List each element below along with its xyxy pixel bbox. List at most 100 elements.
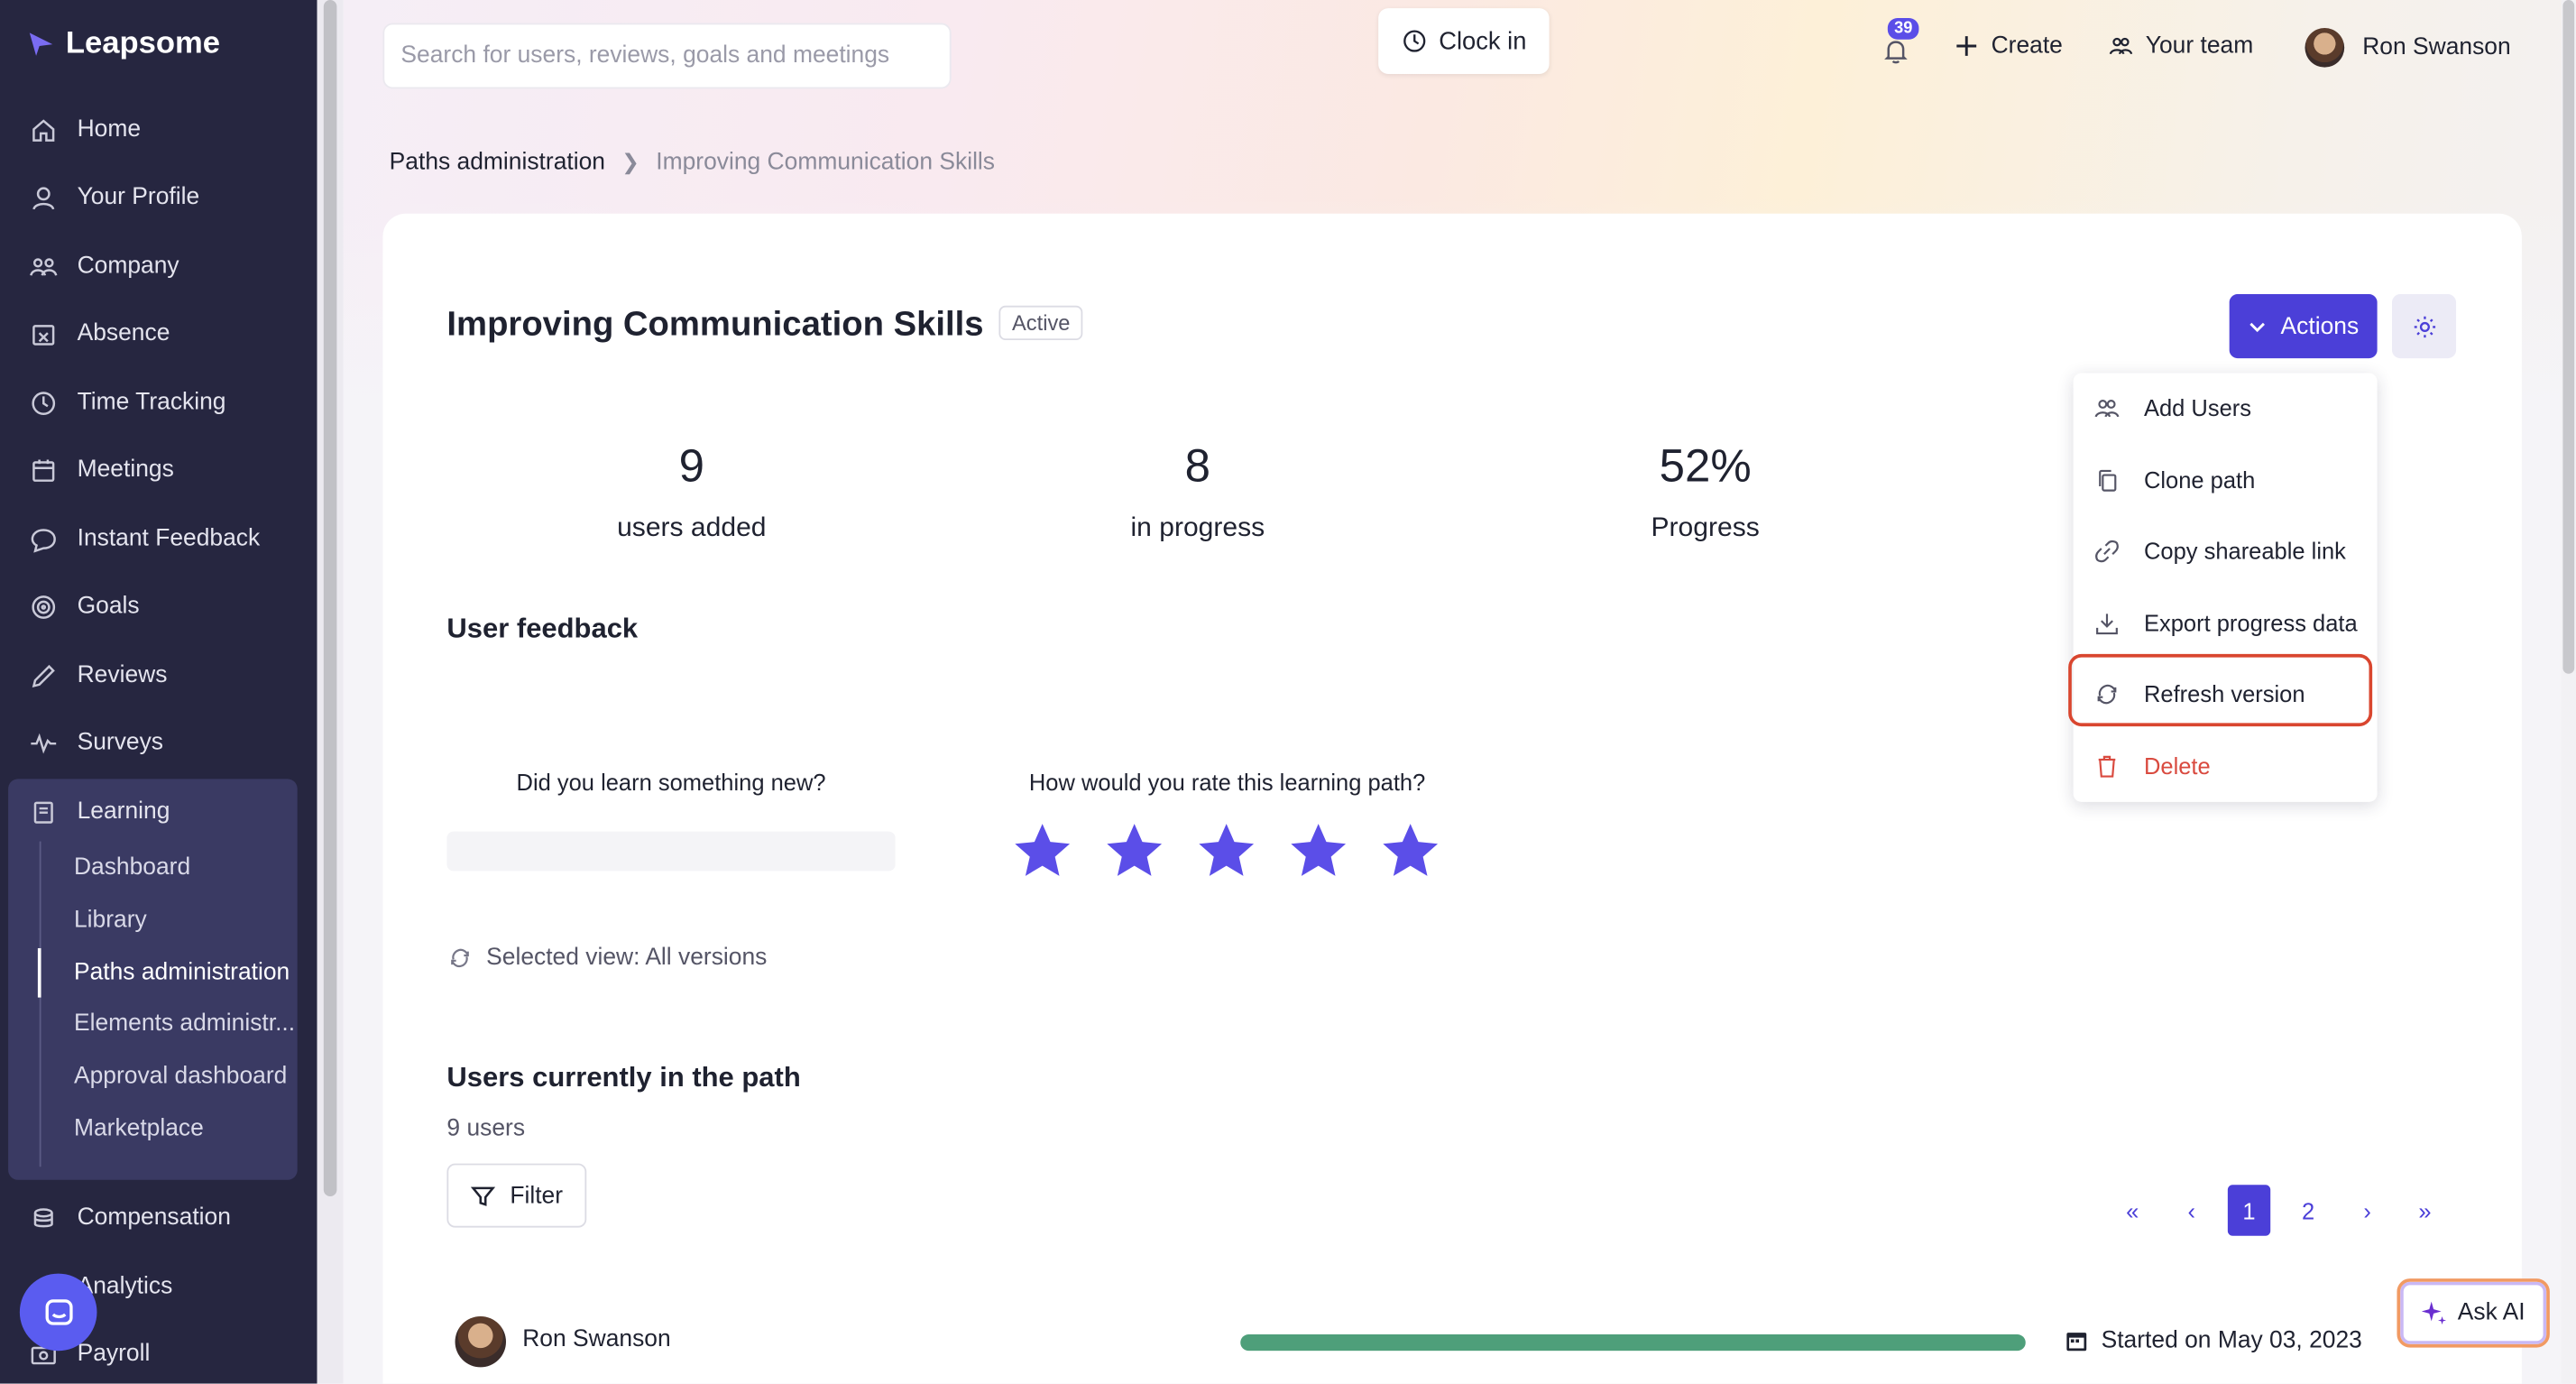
sidebar-subitem-paths-administration[interactable]: Paths administration <box>74 960 298 986</box>
calendar-x-icon <box>30 319 58 347</box>
breadcrumb-current: Improving Communication Skills <box>656 149 996 176</box>
feedback-question-learn: Did you learn something new? <box>516 769 826 796</box>
notification-count-badge: 39 <box>1887 18 1919 40</box>
leapsome-logo-icon <box>29 32 53 56</box>
filter-label: Filter <box>510 1182 564 1209</box>
global-search-input[interactable]: Search for users, reviews, goals and mee… <box>382 23 952 89</box>
selected-view-label: Selected view: All versions <box>486 945 768 972</box>
chat-bubble-icon <box>44 1298 72 1324</box>
status-badge: Active <box>998 305 1084 341</box>
menu-item-label: Export progress data <box>2143 609 2358 636</box>
sidebar-subitem-marketplace[interactable]: Marketplace <box>74 1116 298 1142</box>
stat-value: 9 <box>678 440 704 492</box>
create-button[interactable]: Create <box>1954 32 2063 60</box>
menu-item-copy-shareable-link[interactable]: Copy shareable link <box>2074 520 2378 582</box>
sidebar-item-absence[interactable]: Absence <box>30 314 170 354</box>
pagination-first[interactable]: « <box>2111 1185 2154 1235</box>
support-chat-button[interactable] <box>19 1273 97 1352</box>
bell-icon <box>1884 41 1908 64</box>
stat-label: Progress <box>1651 512 1760 543</box>
menu-item-delete[interactable]: Delete <box>2074 734 2378 797</box>
sidebar-item-label: Company <box>77 253 179 280</box>
clock-icon <box>30 389 58 417</box>
feedback-question-rating: How would you rate this learning path? <box>1028 769 1426 796</box>
pagination-last[interactable]: » <box>2404 1185 2446 1235</box>
user-started-date: Started on May 03, 2023 <box>2065 1328 2362 1354</box>
company-icon <box>30 253 58 281</box>
pulse-icon <box>30 729 58 757</box>
sidebar-item-learning[interactable]: Learning <box>30 792 170 832</box>
pagination-next[interactable]: › <box>2346 1185 2388 1235</box>
star-icon <box>1291 824 1347 876</box>
team-icon <box>2109 37 2133 55</box>
star-icon <box>1015 824 1071 876</box>
settings-button[interactable] <box>2392 294 2457 359</box>
sparkle-icon <box>2421 1301 2446 1325</box>
user-menu[interactable]: Ron Swanson <box>2305 27 2511 68</box>
submenu-line <box>39 841 41 1167</box>
pagination-page-1[interactable]: 1 <box>2227 1185 2271 1236</box>
ask-ai-button[interactable]: Ask AI <box>2397 1278 2550 1348</box>
sidebar-subitem-elements-administration[interactable]: Elements administr... <box>74 1010 298 1037</box>
your-team-button[interactable]: Your team <box>2108 32 2254 60</box>
clock-in-button[interactable]: Clock in <box>1378 8 1550 74</box>
sidebar-item-company[interactable]: Company <box>30 246 179 286</box>
sidebar-scrollbar[interactable] <box>317 0 344 1384</box>
started-label: Started on May 03, 2023 <box>2101 1327 2362 1354</box>
user-icon <box>30 183 58 211</box>
menu-item-clone-path[interactable]: Clone path <box>2074 448 2378 511</box>
sidebar-item-compensation[interactable]: Compensation <box>30 1198 231 1238</box>
avatar <box>2305 27 2345 68</box>
menu-item-add-users[interactable]: Add Users <box>2074 376 2378 438</box>
user-row-name[interactable]: Ron Swanson <box>522 1326 670 1352</box>
app-name: Leapsome <box>65 26 221 61</box>
sidebar-item-reviews[interactable]: Reviews <box>30 656 168 696</box>
pagination-prev[interactable]: ‹ <box>2170 1185 2213 1235</box>
sidebar-item-label: Surveys <box>77 729 164 756</box>
page-scrollbar[interactable] <box>2561 0 2576 1384</box>
stat-progress: 52% Progress <box>1541 440 1870 544</box>
filter-button[interactable]: Filter <box>446 1163 587 1228</box>
refresh-icon <box>451 948 469 968</box>
sidebar-subitem-dashboard[interactable]: Dashboard <box>74 854 298 881</box>
actions-button[interactable]: Actions <box>2229 294 2378 359</box>
sidebar: Leapsome Home Your Profile Company Absen… <box>0 0 317 1384</box>
breadcrumb-parent-link[interactable]: Paths administration <box>390 150 605 176</box>
stat-users-added: 9 users added <box>528 440 856 544</box>
sidebar-subitem-approval-dashboard[interactable]: Approval dashboard <box>74 1063 298 1089</box>
sidebar-item-home[interactable]: Home <box>30 110 141 150</box>
menu-item-label: Copy shareable link <box>2143 537 2346 564</box>
app-logo[interactable]: Leapsome <box>26 26 220 62</box>
search-placeholder: Search for users, reviews, goals and mee… <box>400 42 890 69</box>
page-title: Improving Communication Skills <box>446 305 984 344</box>
sidebar-item-your-profile[interactable]: Your Profile <box>30 178 199 217</box>
sidebar-subitem-library[interactable]: Library <box>74 907 298 933</box>
filter-icon <box>471 1186 496 1205</box>
stat-label: in progress <box>1130 512 1265 543</box>
menu-item-label: Add Users <box>2143 394 2252 421</box>
clock-icon <box>1403 30 1426 52</box>
sidebar-item-goals[interactable]: Goals <box>30 586 140 626</box>
sidebar-scrollbar-thumb[interactable] <box>323 0 337 1197</box>
stat-value: 52% <box>1659 440 1752 492</box>
sidebar-item-time-tracking[interactable]: Time Tracking <box>30 383 226 422</box>
sidebar-item-label: Payroll <box>77 1341 151 1368</box>
calendar-icon <box>30 456 58 484</box>
ask-ai-label: Ask AI <box>2457 1299 2525 1326</box>
avatar[interactable] <box>455 1315 507 1368</box>
sidebar-item-surveys[interactable]: Surveys <box>30 723 163 762</box>
page-scrollbar-thumb[interactable] <box>2562 0 2575 674</box>
sidebar-item-meetings[interactable]: Meetings <box>30 450 174 490</box>
sidebar-item-label: Home <box>77 116 142 143</box>
book-icon <box>30 798 58 826</box>
sidebar-item-instant-feedback[interactable]: Instant Feedback <box>30 520 260 559</box>
stat-in-progress: 8 in progress <box>1034 440 1362 544</box>
menu-item-export-progress-data[interactable]: Export progress data <box>2074 592 2378 654</box>
selected-view-toggle[interactable]: Selected view: All versions <box>446 945 767 971</box>
your-team-label: Your team <box>2145 32 2254 60</box>
menu-item-label: Clone path <box>2143 466 2256 494</box>
actions-menu: Add Users Clone path Copy shareable link… <box>2068 373 2378 802</box>
download-icon <box>2096 613 2118 634</box>
pagination-page-2[interactable]: 2 <box>2286 1185 2329 1235</box>
clock-in-label: Clock in <box>1439 27 1527 56</box>
